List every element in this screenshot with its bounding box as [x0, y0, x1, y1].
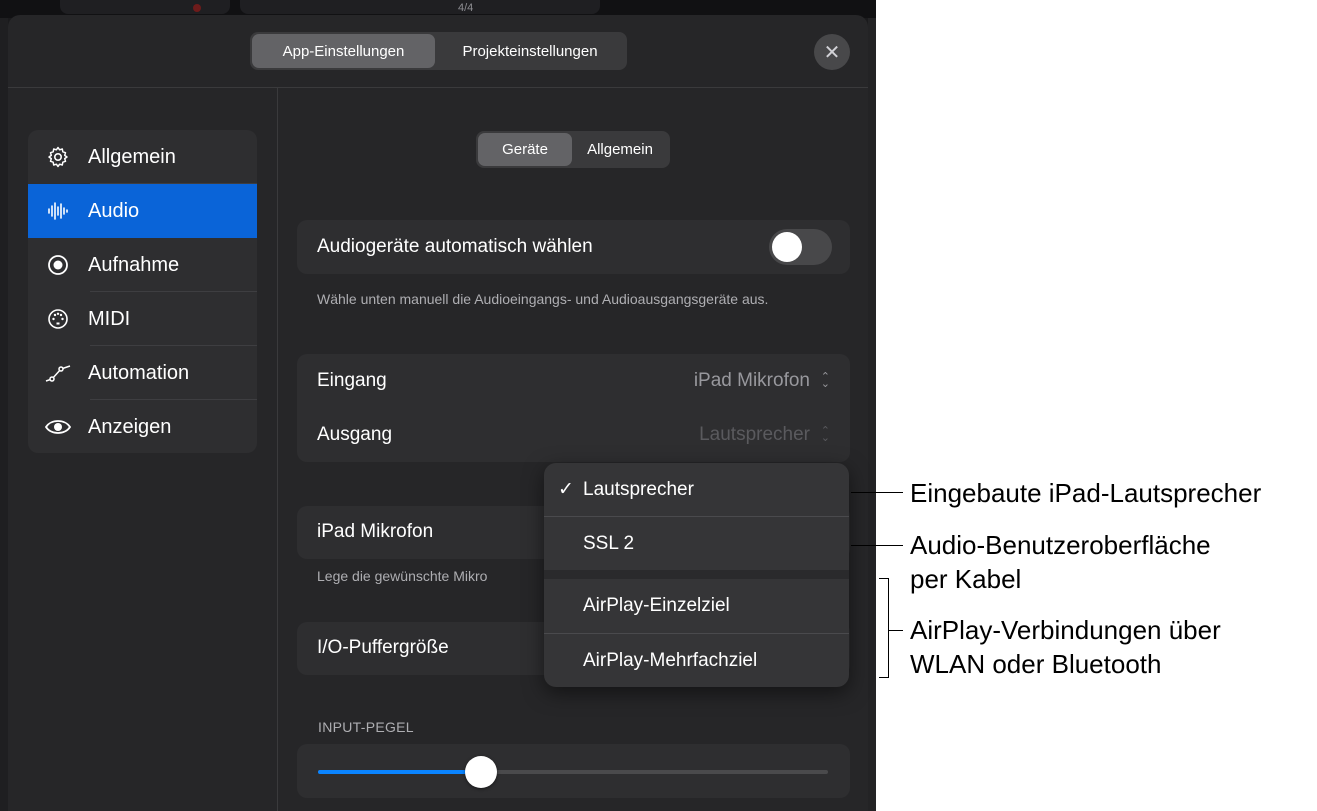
callout-line — [851, 492, 903, 493]
tab-project-settings[interactable]: Projekteinstellungen — [435, 34, 625, 68]
callout-bracket — [879, 578, 889, 678]
toggle-knob — [772, 232, 802, 262]
automation-icon — [28, 361, 88, 385]
slider-fill — [318, 770, 481, 774]
menu-item-airplay-mehrfachziel[interactable]: AirPlay-Mehrfachziel — [544, 634, 849, 687]
callout-builtin-speakers: Eingebaute iPad-Lautsprecher — [910, 478, 1262, 508]
sidebar-item-midi[interactable]: MIDI — [28, 292, 257, 346]
auto-select-label: Audiogeräte automatisch wählen — [317, 236, 593, 257]
toolbar-segment — [60, 0, 230, 14]
input-row[interactable]: Eingang iPad Mikrofon ⌃ ⌄ — [297, 354, 850, 408]
auto-select-toggle[interactable] — [769, 229, 832, 265]
menu-item-airplay-einzelziel[interactable]: AirPlay-Einzelziel — [544, 579, 849, 632]
midi-icon — [28, 307, 88, 331]
menu-item-label: SSL 2 — [583, 533, 635, 554]
sidebar-item-label: Allgemein — [88, 145, 176, 168]
output-row[interactable]: Ausgang Lautsprecher ⌃ ⌄ — [297, 408, 850, 462]
output-value: Lautsprecher — [699, 424, 810, 445]
gear-icon — [28, 145, 88, 169]
sidebar-item-aufnahme[interactable]: Aufnahme — [28, 238, 257, 292]
screenshot-area: 4/4 App-Einstellungen Projekteinstellung… — [0, 0, 876, 811]
background-edge — [868, 18, 876, 811]
menu-item-lautsprecher[interactable]: ✓ Lautsprecher — [544, 463, 849, 516]
sidebar-item-audio[interactable]: Audio — [28, 184, 257, 238]
input-label: Eingang — [317, 370, 387, 391]
menu-item-ssl2[interactable]: SSL 2 — [544, 517, 849, 570]
waveform-icon — [28, 199, 88, 223]
record-icon — [28, 253, 88, 277]
callout-airplay-line1: AirPlay-Verbindungen über — [910, 615, 1221, 645]
toolbar-segment — [240, 0, 600, 14]
close-button[interactable]: ✕ — [814, 34, 850, 70]
record-indicator — [193, 4, 201, 12]
menu-item-label: AirPlay-Einzelziel — [583, 595, 730, 616]
chevron-updown-icon: ⌃ ⌄ — [820, 425, 830, 444]
tab-allgemein[interactable]: Allgemein — [572, 133, 668, 166]
menu-item-label: Lautsprecher — [583, 479, 694, 500]
background-edge — [0, 18, 8, 811]
menu-item-label: AirPlay-Mehrfachziel — [583, 650, 758, 671]
auto-select-footnote: Wähle unten manuell die Audioeingangs- u… — [317, 291, 769, 307]
input-value: iPad Mikrofon — [693, 370, 810, 391]
tab-app-settings[interactable]: App-Einstellungen — [252, 34, 435, 68]
audio-subtab-control: Geräte Allgemein — [476, 131, 670, 168]
close-icon: ✕ — [823, 41, 841, 64]
tab-geraete[interactable]: Geräte — [478, 133, 572, 166]
settings-modal: App-Einstellungen Projekteinstellungen ✕… — [8, 15, 868, 811]
sidebar-item-label: Aufnahme — [88, 253, 180, 276]
sidebar-item-anzeigen[interactable]: Anzeigen — [28, 400, 257, 453]
auto-select-row: Audiogeräte automatisch wählen — [297, 220, 850, 274]
input-level-slider[interactable] — [318, 756, 828, 788]
sidebar-item-allgemein[interactable]: Allgemein — [28, 130, 257, 184]
input-level-card — [297, 744, 850, 798]
slider-knob[interactable] — [465, 756, 497, 788]
time-signature: 4/4 — [458, 2, 474, 14]
chevron-updown-icon: ⌃ ⌄ — [820, 371, 830, 390]
sidebar-item-label: Anzeigen — [88, 415, 172, 438]
sidebar-item-automation[interactable]: Automation — [28, 346, 257, 400]
sidebar-divider — [277, 88, 278, 811]
microphone-label: iPad Mikrofon — [317, 521, 434, 542]
settings-scope-control: App-Einstellungen Projekteinstellungen — [250, 32, 627, 70]
modal-header: App-Einstellungen Projekteinstellungen ✕ — [8, 15, 868, 88]
callout-interface-line1: Audio-Benutzeroberfläche — [910, 530, 1211, 560]
callout-line — [851, 545, 903, 546]
output-label: Ausgang — [317, 424, 393, 445]
callout-airplay-line2: WLAN oder Bluetooth — [910, 649, 1162, 679]
input-level-heading: INPUT-PEGEL — [318, 719, 414, 735]
checkmark-icon: ✓ — [558, 479, 574, 500]
menu-group-gap — [544, 570, 849, 579]
eye-icon — [28, 417, 88, 437]
sidebar-item-label: MIDI — [88, 307, 131, 330]
callout-interface-line2: per Kabel — [910, 564, 1022, 594]
sidebar-item-label: Automation — [88, 361, 190, 384]
sidebar-item-label: Audio — [88, 199, 140, 222]
device-selection-card: Eingang iPad Mikrofon ⌃ ⌄ Ausgang Lautspr… — [297, 354, 850, 462]
buffer-size-label: I/O-Puffergröße — [317, 637, 449, 658]
settings-sidebar: Allgemein Audio Aufnahme MIDI Automation… — [28, 130, 257, 453]
microphone-footnote: Lege die gewünschte Mikro — [317, 568, 488, 584]
output-device-menu: ✓ Lautsprecher SSL 2 AirPlay-Einzelziel … — [544, 463, 849, 687]
callout-line — [889, 630, 903, 631]
